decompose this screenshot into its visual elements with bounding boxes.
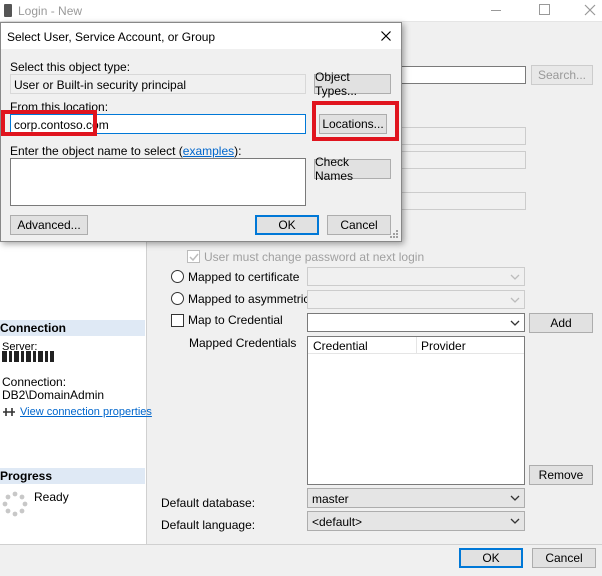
map-to-credential-label: Map to Credential [188,313,283,327]
minimize-icon[interactable] [491,10,501,11]
main-cancel-button-label: Cancel [545,551,583,565]
password-input [400,127,526,145]
column-header-credential[interactable]: Credential [313,339,368,353]
object-name-label-prefix: Enter the object name to select ( [10,144,183,158]
check-names-button-label: Check Names [315,155,354,183]
mapped-to-certificate-radio[interactable] [171,270,184,283]
close-icon[interactable] [381,31,391,41]
object-name-label: Enter the object name to select (example… [10,144,241,158]
app-icon [4,4,12,17]
object-name-textarea[interactable] [10,158,306,206]
chevron-down-icon [510,495,520,501]
login-name-input[interactable] [400,66,526,84]
advanced-button-label: Advanced... [17,218,81,232]
object-name-label-suffix: ): [234,144,242,158]
mapped-to-certificate-label: Mapped to certificate [188,270,300,284]
default-database-combo[interactable]: master [307,488,525,508]
must-change-password-label: User must change password at next login [204,250,425,264]
select-user-dialog: Select User, Service Account, or Group S… [0,22,402,242]
chevron-down-icon [510,274,520,280]
asymmetric-key-combo [307,290,525,309]
connection-properties-icon [3,408,15,416]
chevron-down-icon [510,320,520,326]
mapped-credentials-label: Mapped Credentials [189,336,297,350]
resize-grip-icon[interactable] [389,229,399,239]
connection-header: Connection [0,320,145,336]
examples-link[interactable]: examples [183,144,234,158]
dialog-cancel-button-label: Cancel [340,218,378,232]
object-type-value: User or Built-in security principal [14,78,187,92]
credentials-header: Credential Provider [308,337,524,354]
main-title-bar: Login - New [0,0,602,22]
confirm-password-input [400,151,526,169]
server-name-redacted [2,351,54,362]
remove-button-label: Remove [538,468,584,482]
must-change-password-checkbox [187,250,200,263]
column-divider [416,337,417,353]
default-language-value: <default> [312,515,363,529]
dialog-ok-button[interactable]: OK [255,215,319,235]
dialog-cancel-button[interactable]: Cancel [327,215,391,235]
default-language-combo[interactable]: <default> [307,511,525,531]
object-type-label: Select this object type: [10,60,131,74]
column-header-provider[interactable]: Provider [421,339,466,353]
object-types-button[interactable]: Object Types... [314,70,391,98]
old-password-input [400,192,526,210]
view-connection-properties-link[interactable]: View connection properties [20,406,152,418]
progress-spinner-icon [2,491,28,517]
mapped-to-asymmetric-key-radio[interactable] [171,292,184,305]
default-language-label: Default language: [161,518,256,532]
add-button[interactable]: Add [529,313,593,333]
search-button[interactable]: Search... [531,65,593,85]
certificate-combo [307,267,525,286]
main-ok-button-label: OK [482,551,500,565]
close-window-icon[interactable] [584,4,596,16]
mapped-credentials-list[interactable]: Credential Provider [307,336,525,485]
chevron-down-icon [510,297,520,303]
connection-value: DB2\DomainAdmin [2,388,105,402]
remove-button[interactable]: Remove [529,465,593,485]
check-names-button[interactable]: Check Names [314,155,391,183]
bottom-divider [0,544,602,545]
main-ok-button[interactable]: OK [459,548,523,568]
object-type-field: User or Built-in security principal [10,74,306,94]
default-database-label: Default database: [161,496,256,510]
default-database-value: master [312,492,349,506]
progress-status: Ready [34,490,69,504]
chevron-down-icon [510,518,520,524]
credential-combo[interactable] [307,313,525,332]
advanced-button[interactable]: Advanced... [10,215,88,235]
dialog-title: Select User, Service Account, or Group [7,30,216,44]
checkmark-icon [189,253,199,262]
progress-header: Progress [0,468,145,484]
dialog-ok-button-label: OK [278,218,296,232]
add-button-label: Add [550,316,572,330]
object-types-button-label: Object Types... [315,70,358,98]
locations-highlight-box [312,101,399,141]
maximize-icon[interactable] [539,4,550,15]
dialog-title-bar: Select User, Service Account, or Group [1,23,401,49]
location-highlight-box [1,110,97,136]
map-to-credential-checkbox[interactable] [171,314,184,327]
main-cancel-button[interactable]: Cancel [532,548,596,568]
main-window-title: Login - New [18,4,83,18]
connection-label: Connection: [2,375,67,389]
search-button-label: Search... [537,68,587,82]
